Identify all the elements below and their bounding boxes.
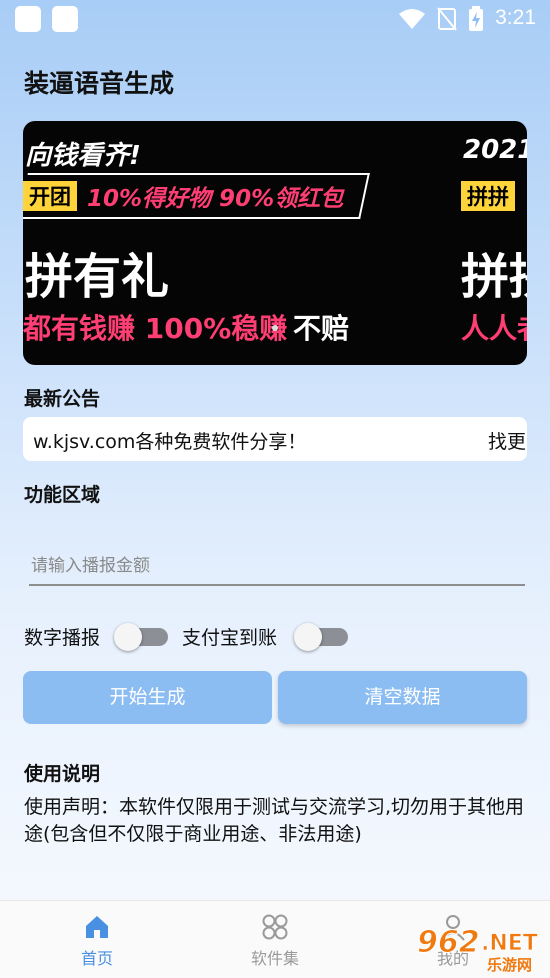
svg-text:.NET: .NET <box>481 931 538 956</box>
switch-thumb <box>294 623 322 651</box>
svg-text:乐游网: 乐游网 <box>487 956 532 972</box>
banner-next-headline: 2021, <box>463 135 527 165</box>
notice-text: w.kjsv.com各种免费软件分享！ <box>33 431 307 453</box>
nav-item-home[interactable]: 首页 <box>5 901 189 978</box>
instructions-text: 使用声明：本软件仅限用于测试与交流学习,切勿用于其他用途(包含但不仅限于商业用途… <box>24 796 525 845</box>
home-icon <box>86 916 108 938</box>
notice-label: 最新公告 <box>24 388 101 410</box>
banner-next-big-text: 拼拼 <box>461 249 527 305</box>
no-signal-icon <box>437 7 457 31</box>
carousel-indicator <box>23 316 527 335</box>
instructions-title: 使用说明 <box>24 763 101 785</box>
digit-broadcast-switch[interactable] <box>114 622 170 651</box>
notification-icon <box>52 6 78 32</box>
nav-label-home: 首页 <box>80 949 113 968</box>
banner-headline: 向钱看齐! <box>25 141 141 171</box>
start-generate-button[interactable]: 开始生成 <box>23 671 272 724</box>
switch-thumb <box>114 623 142 651</box>
nav-label-software: 软件集 <box>250 949 299 968</box>
banner-carousel[interactable]: 向钱看齐! 开团 10%得好物 90%领红包 拼有礼 都有钱赚 100%稳赚 不… <box>23 121 527 365</box>
battery-icon <box>469 6 483 31</box>
clear-data-button[interactable]: 清空数据 <box>278 671 527 724</box>
watermark-graphic: 962 .NET 乐游网 <box>417 925 539 975</box>
wifi-icon <box>399 9 425 29</box>
svg-text:962: 962 <box>417 925 480 960</box>
nav-item-software[interactable]: 软件集 <box>183 901 367 978</box>
banner-next-tag: 拼拼 <box>461 181 515 211</box>
banner-promo-text: 10%得好物 90%领红包 <box>87 186 344 212</box>
banner-tag: 开团 <box>23 181 77 211</box>
notice-marquee: w.kjsv.com各种免费软件分享！ 找更 <box>23 417 527 461</box>
carousel-dot <box>272 325 278 331</box>
status-bar: 3:21 <box>0 0 550 40</box>
notification-icon <box>15 6 41 32</box>
watermark-logo: 962 .NET 乐游网 <box>415 922 545 975</box>
grid-icon <box>262 914 288 940</box>
page-title: 装逼语音生成 <box>24 69 175 98</box>
switch-alipay-label: 支付宝到账 <box>182 627 278 649</box>
switch-digit-label: 数字播报 <box>24 627 101 649</box>
amount-input[interactable] <box>29 548 525 586</box>
banner-big-text: 拼有礼 <box>25 249 170 305</box>
function-area-label: 功能区域 <box>24 484 101 506</box>
clock: 3:21 <box>495 6 536 29</box>
notice-text-next: 找更 <box>488 431 527 453</box>
alipay-arrival-switch[interactable] <box>294 622 350 651</box>
